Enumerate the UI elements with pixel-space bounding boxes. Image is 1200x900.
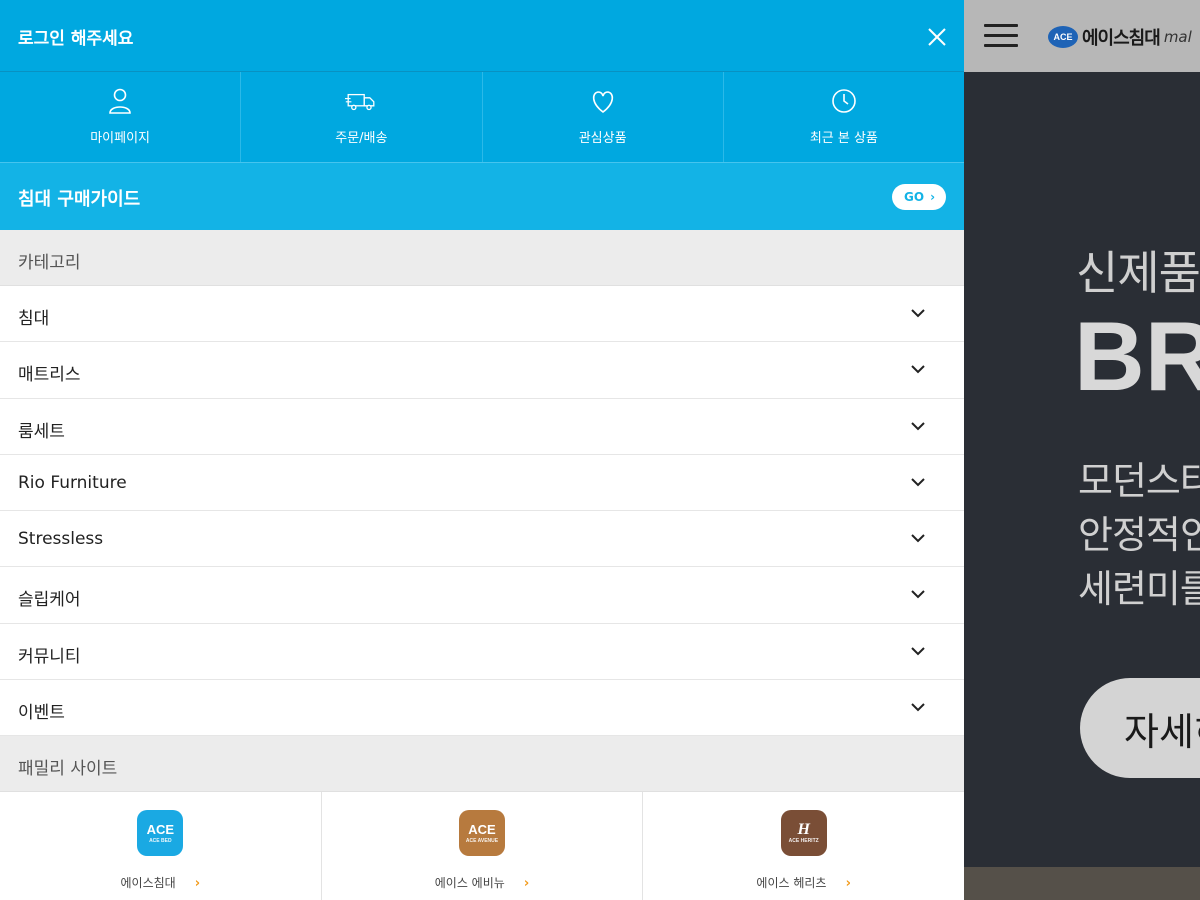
quick-menu-recently-viewed[interactable]: 최근 본 상품 xyxy=(724,72,964,162)
chevron-right-icon: › xyxy=(523,876,530,892)
family-logo-text: ACE xyxy=(146,821,175,837)
category-label: 슬립케어 xyxy=(18,590,81,611)
family-site-label: 에이스 헤리츠 xyxy=(756,876,827,891)
quick-menu-label: 주문/배송 xyxy=(335,131,388,146)
category-label: 침대 xyxy=(18,309,50,329)
category-item-mattress[interactable]: 매트리스 xyxy=(0,342,964,399)
category-label: 매트리스 xyxy=(18,365,81,386)
quick-menu-label: 관심상품 xyxy=(578,131,627,146)
family-logo-text: H xyxy=(797,820,810,838)
clock-icon xyxy=(832,89,856,113)
brand-logo-suffix: mal xyxy=(1163,28,1192,46)
ace-bed-logo: ACE ACE BED xyxy=(137,810,184,857)
hero-description-line: 안정적인 xyxy=(1078,513,1200,557)
family-site-ace-heritz[interactable]: H ACE HERITZ 에이스 헤리츠 › xyxy=(643,792,964,900)
buying-guide-label: 침대 구매가이드 xyxy=(18,189,141,210)
close-button[interactable] xyxy=(922,22,952,52)
category-item-sleep-care[interactable]: 슬립케어 xyxy=(0,567,964,624)
go-button-label: GO xyxy=(904,190,925,204)
heart-icon xyxy=(592,91,613,114)
quick-menu-label: 최근 본 상품 xyxy=(809,131,878,146)
chevron-down-icon xyxy=(911,647,925,656)
brand-logo-text: 에이스침대 xyxy=(1082,28,1161,49)
person-icon xyxy=(109,88,131,114)
family-site-list: ACE ACE BED 에이스침대 › ACE ACE AVENUE 에이스 에… xyxy=(0,792,964,900)
category-item-event[interactable]: 이벤트 xyxy=(0,680,964,737)
category-item-rio-furniture[interactable]: Rio Furniture xyxy=(0,454,964,512)
category-label: Rio Furniture xyxy=(18,472,127,493)
hamburger-menu-icon[interactable] xyxy=(984,24,1018,48)
chevron-right-icon: › xyxy=(930,190,936,204)
category-item-bed[interactable]: 침대 xyxy=(0,286,964,343)
family-site-section-title: 패밀리 사이트 xyxy=(18,759,118,780)
chevron-down-icon xyxy=(911,421,925,431)
chevron-down-icon xyxy=(911,534,925,543)
ace-heritz-logo: H ACE HERITZ xyxy=(780,810,827,857)
chevron-down-icon xyxy=(911,365,925,374)
quick-menu-order-delivery[interactable]: 주문/배송 xyxy=(241,72,483,162)
category-section-title: 카테고리 xyxy=(18,253,81,273)
background-header: ACE 에이스침대 mal xyxy=(964,0,1200,72)
family-site-ace-avenue[interactable]: ACE ACE AVENUE 에이스 에비뉴 › xyxy=(322,792,644,900)
family-logo-subtext: ACE BED xyxy=(149,837,172,844)
quick-menu: 마이페이지 주문/배송 관심상품 최근 본 상품 xyxy=(0,72,964,162)
hero-description-line: 세련미를 xyxy=(1078,567,1200,611)
chevron-down-icon xyxy=(911,703,925,712)
quick-menu-wishlist[interactable]: 관심상품 xyxy=(483,72,724,162)
bed-buying-guide-banner[interactable]: 침대 구매가이드 GO › xyxy=(0,162,964,230)
category-label: Stressless xyxy=(18,529,104,550)
go-button[interactable]: GO › xyxy=(892,184,946,210)
family-site-section-header: 패밀리 사이트 xyxy=(0,736,964,793)
family-site-label: 에이스 에비뉴 xyxy=(434,876,505,891)
chevron-down-icon xyxy=(911,309,925,318)
hero-title: BR xyxy=(1074,301,1200,411)
category-list: 침대 매트리스 룸세트 Rio Furniture Stressless 슬립케… xyxy=(0,286,964,737)
category-label: 이벤트 xyxy=(18,703,65,724)
side-drawer-menu: 로그인 해주세요 마이페이지 주문/배송 관심상품 최근 본 상품 침대 구매가… xyxy=(0,0,964,900)
chevron-right-icon: › xyxy=(194,876,201,892)
family-logo-text: ACE xyxy=(468,821,496,837)
delivery-truck-icon xyxy=(345,93,375,111)
ace-avenue-logo: ACE ACE AVENUE xyxy=(459,810,505,857)
category-item-room-set[interactable]: 룸세트 xyxy=(0,398,964,455)
category-section-header: 카테고리 xyxy=(0,230,964,286)
family-site-ace-bed[interactable]: ACE ACE BED 에이스침대 › xyxy=(0,792,322,900)
hero-subtitle: 신제품 xyxy=(1076,246,1200,300)
quick-menu-label: 마이페이지 xyxy=(90,131,151,146)
chevron-right-icon: › xyxy=(845,876,851,892)
family-site-label: 에이스침대 xyxy=(120,876,176,891)
background-image-strip xyxy=(964,867,1200,900)
close-icon xyxy=(928,28,946,46)
category-label: 커뮤니티 xyxy=(18,646,81,667)
brand-logo-badge: ACE xyxy=(1048,26,1078,48)
drawer-header: 로그인 해주세요 xyxy=(0,0,964,72)
quick-menu-mypage[interactable]: 마이페이지 xyxy=(0,72,242,162)
hero-banner: 신제품 BR 모던스타 안정적인 세련미를 자세히 xyxy=(964,72,1200,867)
chevron-down-icon xyxy=(911,478,925,487)
category-item-community[interactable]: 커뮤니티 xyxy=(0,623,964,681)
category-label: 룸세트 xyxy=(18,421,65,442)
hero-description-line: 모던스타 xyxy=(1078,459,1200,503)
family-logo-subtext: ACE AVENUE xyxy=(465,837,499,844)
hero-detail-button[interactable]: 자세히 xyxy=(1080,678,1200,778)
brand-logo[interactable]: ACE 에이스침대 mal xyxy=(1048,24,1192,50)
chevron-down-icon xyxy=(911,590,925,599)
login-prompt-link[interactable]: 로그인 해주세요 xyxy=(18,24,133,49)
family-logo-subtext: ACE HERITZ xyxy=(788,837,819,844)
category-item-stressless[interactable]: Stressless xyxy=(0,511,964,568)
